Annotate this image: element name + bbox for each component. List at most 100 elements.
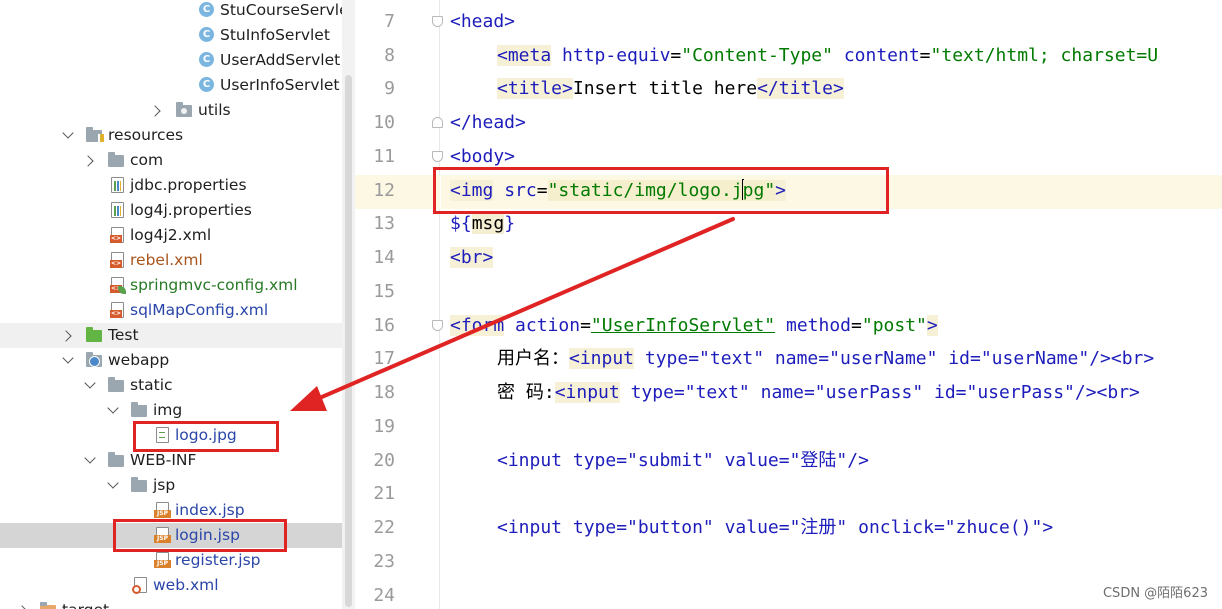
tree-item-utils[interactable]: utils <box>0 98 342 123</box>
chevron-right-icon[interactable] <box>16 604 28 609</box>
tree-item-img[interactable]: img <box>0 398 342 423</box>
chevron-right-icon[interactable] <box>149 104 161 117</box>
line-number: 12 <box>373 180 395 201</box>
fold-collapse-icon[interactable] <box>432 320 443 331</box>
tree-item-stucourseservlet[interactable]: C StuCourseServle <box>0 0 349 23</box>
line-number: 9 <box>384 78 395 99</box>
watermark: CSDN @陌陌623 <box>1102 586 1208 601</box>
chevron-down-icon[interactable] <box>62 127 74 139</box>
head-close-tag: </head> <box>450 112 526 133</box>
tree-item-label: target <box>62 601 109 609</box>
attr-method: method <box>785 315 852 336</box>
tree-item-label: StuInfoServlet <box>220 26 330 44</box>
line-number: 8 <box>384 45 395 66</box>
java-class-icon: C <box>199 27 214 42</box>
folder-icon <box>131 477 147 492</box>
tree-item-label: jdbc.properties <box>130 176 247 194</box>
properties-file-icon <box>111 202 124 218</box>
tree-item-webapp[interactable]: webapp <box>0 348 342 373</box>
line-number: 20 <box>373 450 395 471</box>
chevron-right-icon[interactable] <box>60 329 72 342</box>
folder-icon <box>108 452 124 467</box>
code-line-20[interactable]: <input type="submit" value="登陆"/> <box>497 449 869 473</box>
code-line-8[interactable]: <meta http-equiv="Content-Type" content=… <box>497 44 1158 68</box>
code-line-16[interactable]: <form action="UserInfoServlet" method="p… <box>450 314 938 338</box>
line-number: 21 <box>373 483 395 504</box>
folder-icon <box>108 152 124 167</box>
tree-item-log4j-properties[interactable]: log4j.properties <box>0 198 342 223</box>
input-attributes: type="text" name="userPass" id="userPass… <box>630 382 1140 403</box>
code-line-13[interactable]: ${msg} <box>450 212 515 236</box>
chevron-down-icon[interactable] <box>84 452 96 464</box>
chevron-down-icon[interactable] <box>107 477 119 489</box>
tree-scrollbar-thumb[interactable] <box>345 75 352 607</box>
tree-item-springmvc-config-xml[interactable]: <> springmvc-config.xml <box>0 273 342 298</box>
attr-content: content <box>843 45 920 66</box>
package-folder-icon <box>176 102 192 117</box>
folder-icon <box>131 402 147 417</box>
annotation-box-img-tag <box>433 167 889 214</box>
tree-item-stuinfoservlet[interactable]: C StuInfoServlet <box>0 23 342 48</box>
code-line-17[interactable]: 用户名：<input type="text" name="userName" i… <box>497 347 1154 371</box>
fold-collapse-icon[interactable] <box>432 16 443 27</box>
equals-sign: = <box>580 315 591 336</box>
project-tree-panel: C StuCourseServle C StuInfoServlet C Use… <box>0 0 355 609</box>
input-attributes: type="text" name="userName" id="userName… <box>644 348 1155 369</box>
code-line-11[interactable]: <body> <box>450 145 515 169</box>
chevron-right-icon[interactable] <box>82 154 94 167</box>
submit-input-code: <input type="submit" value="登陆"/> <box>497 450 869 471</box>
tree-item-target[interactable]: target <box>0 598 342 609</box>
attr-value-action[interactable]: "UserInfoServlet" <box>591 315 775 336</box>
xml-file-icon: <> <box>110 252 124 268</box>
input-tag: <input <box>569 348 635 369</box>
fold-expand-icon[interactable] <box>432 117 443 128</box>
tree-item-label: StuCourseServle <box>220 1 349 19</box>
chevron-down-icon[interactable] <box>84 377 96 389</box>
tree-item-log4j2-xml[interactable]: <> log4j2.xml <box>0 223 342 248</box>
tree-item-test[interactable]: Test <box>0 323 342 348</box>
xml-file-icon: <> <box>110 227 124 243</box>
button-input-code: <input type="button" value="注册" onclick=… <box>497 517 1054 538</box>
equals-sign: = <box>919 45 931 66</box>
tree-item-useraddservlet[interactable]: C UserAddServlet <box>0 48 342 73</box>
tree-item-resources[interactable]: resources <box>0 123 342 148</box>
head-open-tag: <head> <box>450 11 516 32</box>
tree-item-label: WEB-INF <box>130 451 197 469</box>
tree-item-userinfoservlet[interactable]: C UserInfoServlet <box>0 73 342 98</box>
code-line-18[interactable]: 密 码:<input type="text" name="userPass" i… <box>497 381 1140 405</box>
code-line-7[interactable]: <head> <box>450 10 515 34</box>
tree-item-com[interactable]: com <box>0 148 342 173</box>
fold-collapse-icon[interactable] <box>432 151 443 162</box>
line-number: 23 <box>373 551 395 572</box>
jsp-file-icon: JSP <box>154 502 171 518</box>
tree-item-sqlmapconfig-xml[interactable]: <> sqlMapConfig.xml <box>0 298 342 323</box>
code-line-22[interactable]: <input type="button" value="注册" onclick=… <box>497 516 1053 540</box>
code-line-9[interactable]: <title>Insert title here</title> <box>497 77 844 101</box>
tree-item-label: index.jsp <box>175 501 245 519</box>
tree-item-label: webapp <box>108 351 170 369</box>
chevron-down-icon[interactable] <box>62 352 74 364</box>
jsp-file-icon: JSP <box>154 552 171 568</box>
attr-http-equiv: http-equiv <box>562 45 671 66</box>
input-tag: <input <box>554 382 620 403</box>
line-number: 13 <box>373 213 395 234</box>
tree-item-rebel-xml[interactable]: <> rebel.xml <box>0 248 342 273</box>
chevron-down-icon[interactable] <box>107 402 119 414</box>
spring-xml-file-icon: <> <box>110 277 126 294</box>
line-number: 15 <box>373 281 395 302</box>
code-line-14[interactable]: <br> <box>450 246 494 270</box>
folder-icon <box>108 377 124 392</box>
tree-item-label: resources <box>108 126 184 144</box>
tree-item-label: static <box>130 376 173 394</box>
attr-value-charset: "text/html; charset=U <box>930 45 1159 66</box>
xml-file-icon: <> <box>110 302 124 318</box>
el-close-brace: } <box>504 213 516 234</box>
tree-item-web-xml[interactable]: web.xml <box>0 573 342 598</box>
line-number: 17 <box>373 348 395 369</box>
tree-item-jsp[interactable]: jsp <box>0 473 342 498</box>
tree-item-static[interactable]: static <box>0 373 342 398</box>
title-close-tag: </title> <box>757 78 844 99</box>
code-line-10[interactable]: </head> <box>450 111 526 135</box>
meta-tag: <meta <box>497 45 552 66</box>
tree-item-jdbc-properties[interactable]: jdbc.properties <box>0 173 342 198</box>
